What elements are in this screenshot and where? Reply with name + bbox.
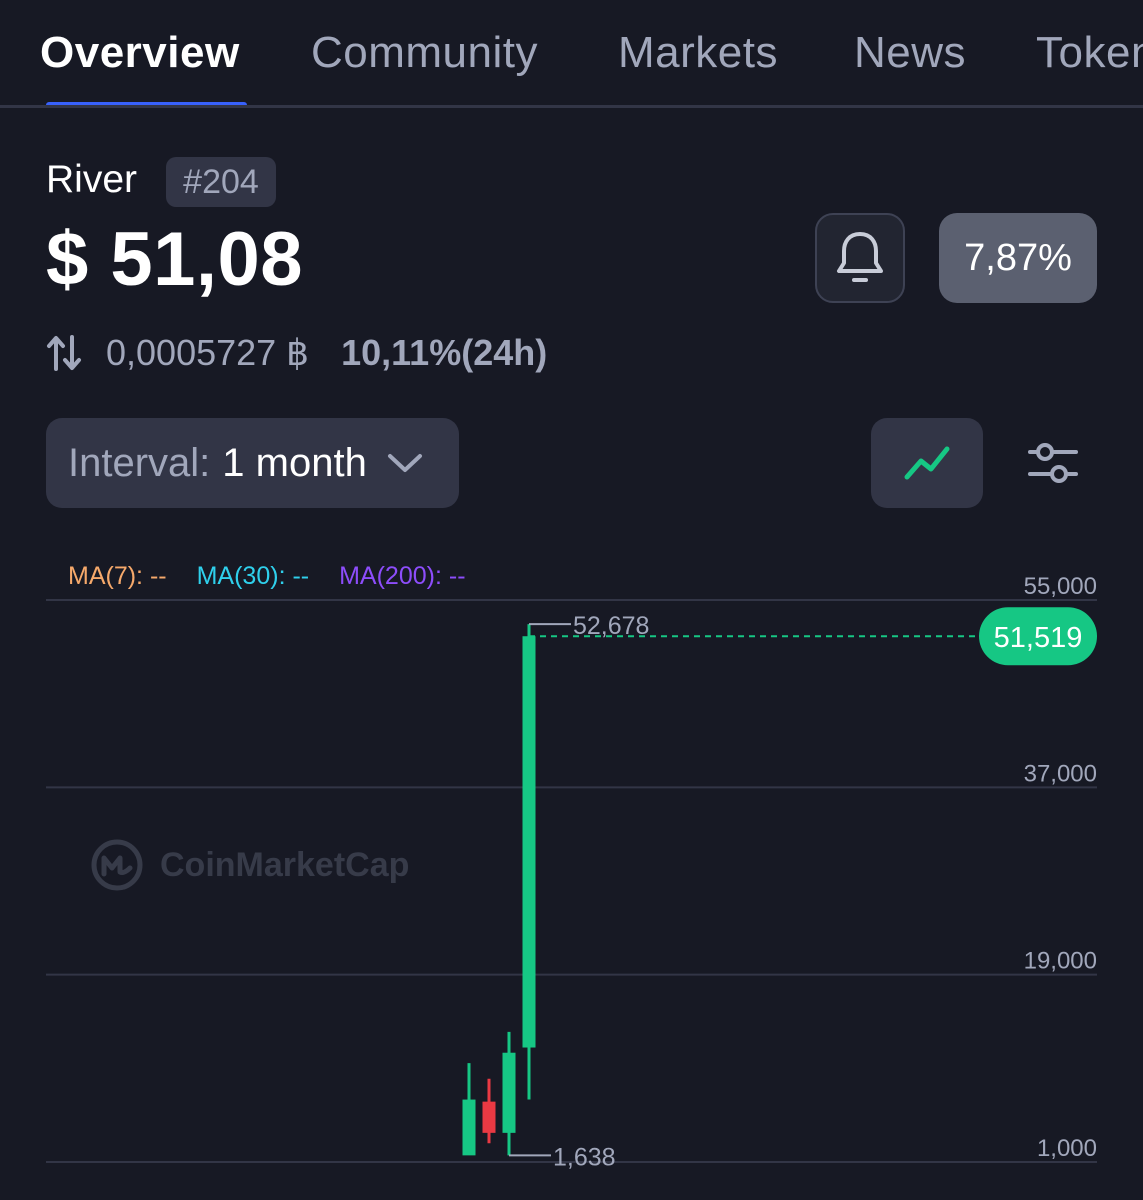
low-value-label: 1,638 [553,1143,616,1171]
y-tick-label: 19,000 [1024,948,1097,975]
y-tick-label: 55,000 [1024,573,1097,600]
candle-body [502,1052,516,1133]
candle-body [462,1099,476,1156]
y-tick-label: 37,000 [1024,760,1097,787]
y-tick-label: 1,000 [1037,1135,1097,1162]
price-chart[interactable]: 55,00037,00019,0001,00052,6781,63851,519 [0,0,1143,1200]
last-price-label: 51,519 [994,622,1083,654]
candle-body [482,1101,496,1133]
candle-body [522,636,536,1048]
